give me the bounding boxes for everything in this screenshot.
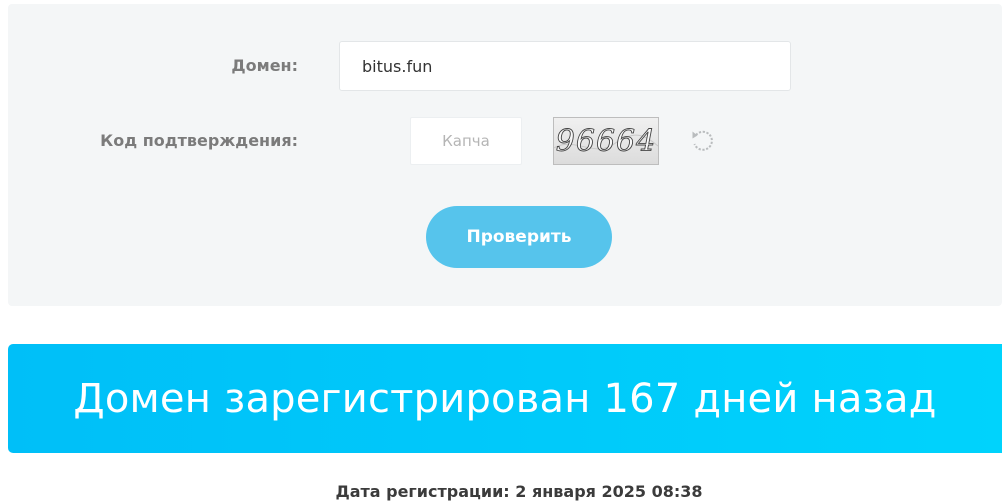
refresh-icon[interactable]	[690, 128, 716, 154]
result-headline: Домен зарегистрирован 167 дней назад	[73, 375, 937, 422]
captcha-image: 96664	[553, 117, 659, 165]
check-button[interactable]: Проверить	[426, 206, 612, 268]
captcha-image-graphic: 96664	[554, 124, 658, 159]
captcha-label: Код подтверждения:	[100, 131, 298, 150]
captcha-input[interactable]	[410, 117, 522, 165]
result-banner: Домен зарегистрирован 167 дней назад	[8, 344, 1002, 453]
registration-date: Дата регистрации: 2 января 2025 08:38	[335, 482, 703, 501]
domain-label: Домен:	[231, 56, 298, 75]
whois-form-panel: Домен: Код подтверждения: 96664 Проверит…	[8, 4, 1002, 306]
captcha-code-text: 96664	[556, 124, 656, 159]
domain-input[interactable]	[339, 41, 791, 91]
